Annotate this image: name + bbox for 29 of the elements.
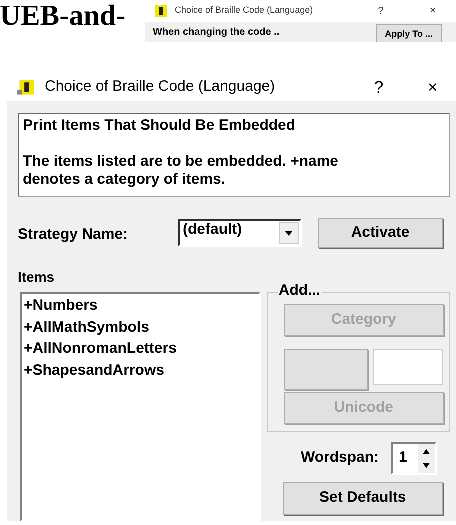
list-item[interactable]: +Numbers xyxy=(24,295,257,316)
set-defaults-button[interactable]: Set Defaults xyxy=(282,482,443,515)
spin-down-icon[interactable] xyxy=(418,458,435,473)
items-label: Items xyxy=(18,268,56,287)
list-item[interactable]: +ShapesandArrows xyxy=(24,360,257,381)
page-text: UEB-and- xyxy=(0,0,127,34)
spin-up-icon[interactable] xyxy=(418,444,435,458)
apply-button[interactable]: Apply To ... xyxy=(376,24,442,42)
activate-button[interactable]: Activate xyxy=(318,218,443,248)
strategy-label: Strategy Name: xyxy=(18,224,130,245)
window-title: Choice of Braille Code (Language) xyxy=(175,4,314,18)
help-button[interactable]: ? xyxy=(358,4,404,18)
app-icon xyxy=(17,79,37,96)
close-button[interactable]: × xyxy=(410,2,456,20)
items-listbox[interactable]: +Numbers +AllMathSymbols +AllNonromanLetters +ShapesandArrows xyxy=(20,292,261,522)
message-text: When changing the code .. xyxy=(153,26,280,40)
description-text: The items listed are to be embedded. +name denotes a category of items. xyxy=(23,153,340,189)
close-button[interactable]: × xyxy=(410,74,456,100)
input-field[interactable] xyxy=(372,349,443,385)
list-item[interactable]: +AllMathSymbols xyxy=(24,316,257,338)
description-heading: Print Items That Should Be Embedded xyxy=(23,117,297,135)
list-item[interactable]: +AllNonromanLetters xyxy=(24,338,257,360)
wordspan-spinner[interactable]: 1 xyxy=(391,442,437,475)
wordspan-label: Wordspan: xyxy=(300,448,379,468)
app-icon xyxy=(153,4,169,18)
dropdown-arrow-icon xyxy=(285,230,293,236)
strategy-dropdown[interactable]: (default) xyxy=(178,219,302,247)
help-button[interactable]: ? xyxy=(356,74,402,100)
window-title: Choice of Braille Code (Language) xyxy=(45,77,276,98)
